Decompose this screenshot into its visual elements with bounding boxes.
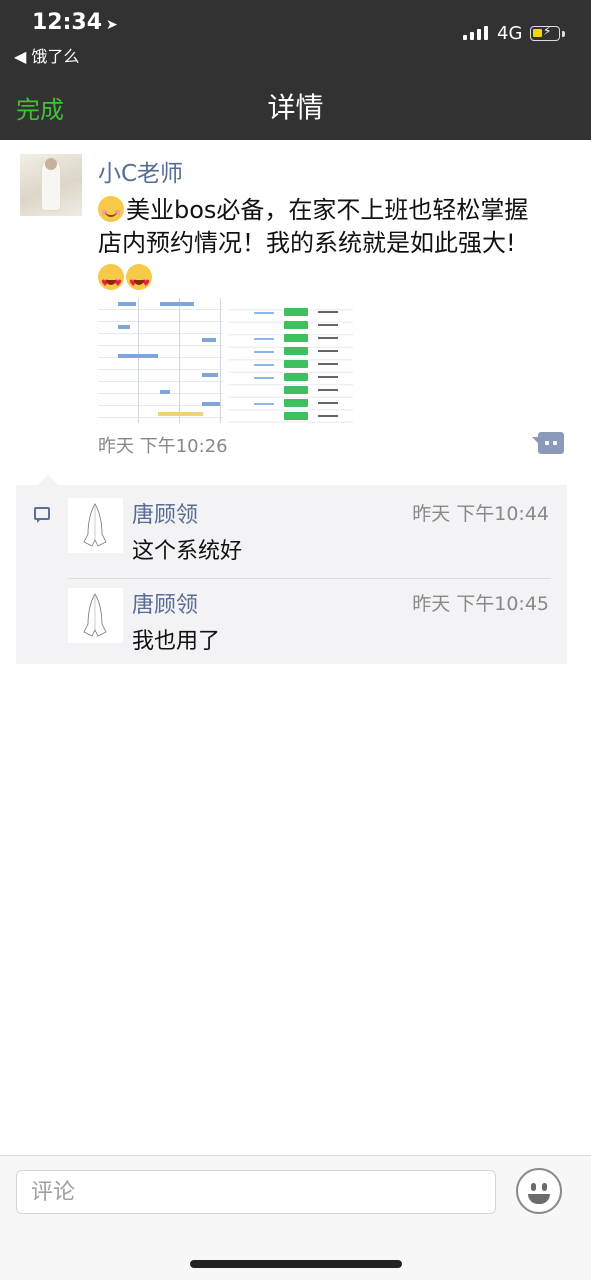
post-text-line-2: 店内预约情况！我的系统就是如此强大! bbox=[98, 229, 516, 257]
comment-bar bbox=[0, 1155, 591, 1280]
signal-icon bbox=[463, 26, 488, 40]
nav-bar: 详情 完成 bbox=[0, 70, 591, 140]
back-to-app-link[interactable]: ◀ 饿了么 bbox=[14, 43, 79, 67]
battery-icon: ⚡ bbox=[530, 24, 560, 41]
author-avatar[interactable] bbox=[20, 154, 82, 216]
heart-eyes-emoji-icon bbox=[98, 264, 124, 301]
comments-section: 唐顾领 昨天 下午10:44 这个系统好 唐顾领 昨天 下午10:45 我也用了 bbox=[16, 475, 567, 664]
commenter-avatar[interactable] bbox=[68, 588, 123, 643]
emoji-button-icon[interactable] bbox=[516, 1168, 562, 1214]
home-indicator[interactable] bbox=[190, 1260, 402, 1268]
page-title: 详情 bbox=[267, 91, 324, 124]
comment-icon bbox=[34, 507, 50, 523]
comment-item[interactable]: 唐顾领 昨天 下午10:45 我也用了 bbox=[68, 585, 567, 673]
smile-emoji-icon bbox=[98, 196, 124, 222]
post-text-line-1: 美业bos必备，在家不上班也轻松掌握 bbox=[126, 196, 529, 224]
comment-text: 这个系统好 bbox=[132, 539, 243, 564]
clock: 12:34 ➤ bbox=[32, 10, 118, 35]
commenter-avatar[interactable] bbox=[68, 498, 123, 553]
comment-item[interactable]: 唐顾领 昨天 下午10:44 这个系统好 bbox=[68, 495, 567, 583]
author-name[interactable]: 小C老师 bbox=[98, 154, 183, 188]
post-image-2[interactable] bbox=[228, 298, 353, 423]
post-text: 美业bos必备，在家不上班也轻松掌握 店内预约情况！我的系统就是如此强大! bbox=[98, 194, 568, 301]
divider bbox=[68, 578, 551, 579]
location-arrow-icon: ➤ bbox=[106, 17, 118, 33]
commenter-name[interactable]: 唐顾领 bbox=[132, 497, 198, 529]
post-image-1[interactable] bbox=[98, 298, 223, 423]
commenter-name[interactable]: 唐顾领 bbox=[132, 587, 198, 619]
more-actions-button[interactable] bbox=[532, 432, 564, 454]
comment-text: 我也用了 bbox=[132, 629, 221, 654]
network-type: 4G bbox=[497, 23, 523, 44]
battery-tip bbox=[562, 31, 565, 37]
comment-input[interactable] bbox=[16, 1170, 496, 1214]
post-time: 昨天 下午10:26 bbox=[98, 436, 228, 457]
done-button[interactable]: 完成 bbox=[16, 90, 64, 125]
comment-time: 昨天 下午10:44 bbox=[412, 503, 549, 525]
heart-eyes-emoji-icon bbox=[126, 264, 152, 301]
comment-time: 昨天 下午10:45 bbox=[412, 593, 549, 615]
status-bar: 12:34 ➤ ◀ 饿了么 4G ⚡ bbox=[0, 0, 591, 70]
clock-text: 12:34 bbox=[32, 10, 103, 35]
